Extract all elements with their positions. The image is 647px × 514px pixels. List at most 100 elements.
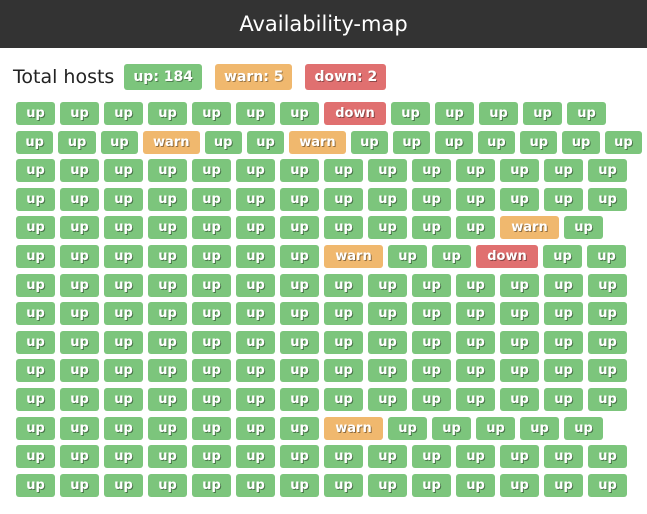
host-status-up[interactable]: up	[280, 387, 319, 411]
host-status-up[interactable]: up	[104, 416, 143, 440]
host-status-up[interactable]: up	[60, 187, 99, 211]
host-status-up[interactable]: up	[280, 473, 319, 497]
host-status-up[interactable]: up	[280, 159, 319, 183]
host-status-up[interactable]: up	[148, 159, 187, 183]
host-status-up[interactable]: up	[500, 387, 539, 411]
host-status-up[interactable]: up	[192, 302, 231, 326]
host-status-up[interactable]: up	[388, 244, 427, 268]
host-status-up[interactable]: up	[588, 159, 627, 183]
host-status-up[interactable]: up	[500, 359, 539, 383]
host-status-warn[interactable]: warn	[143, 130, 200, 154]
host-status-up[interactable]: up	[368, 302, 407, 326]
host-status-up[interactable]: up	[412, 445, 451, 469]
host-status-up[interactable]: up	[368, 473, 407, 497]
host-status-up[interactable]: up	[148, 359, 187, 383]
host-status-up[interactable]: up	[104, 187, 143, 211]
host-status-up[interactable]: up	[148, 187, 187, 211]
host-status-up[interactable]: up	[280, 273, 319, 297]
host-status-up[interactable]: up	[104, 273, 143, 297]
host-status-up[interactable]: up	[412, 159, 451, 183]
host-status-up[interactable]: up	[324, 473, 363, 497]
host-status-up[interactable]: up	[192, 387, 231, 411]
host-status-up[interactable]: up	[104, 244, 143, 268]
host-status-up[interactable]: up	[588, 387, 627, 411]
host-status-up[interactable]: up	[60, 445, 99, 469]
host-status-up[interactable]: up	[148, 244, 187, 268]
host-status-up[interactable]: up	[16, 244, 55, 268]
host-status-up[interactable]: up	[604, 130, 643, 154]
host-status-up[interactable]: up	[564, 416, 603, 440]
host-status-up[interactable]: up	[192, 330, 231, 354]
host-status-up[interactable]: up	[16, 102, 55, 125]
host-status-up[interactable]: up	[588, 302, 627, 326]
host-status-up[interactable]: up	[368, 216, 407, 240]
host-status-up[interactable]: up	[500, 159, 539, 183]
host-status-up[interactable]: up	[393, 130, 431, 154]
host-status-down[interactable]: down	[476, 244, 538, 268]
host-status-up[interactable]: up	[280, 416, 319, 440]
host-status-warn[interactable]: warn	[324, 416, 383, 440]
host-status-up[interactable]: up	[148, 416, 187, 440]
host-status-up[interactable]: up	[432, 244, 471, 268]
host-status-up[interactable]: up	[192, 187, 231, 211]
host-status-up[interactable]: up	[236, 473, 275, 497]
host-status-up[interactable]: up	[192, 102, 231, 125]
host-status-up[interactable]: up	[280, 359, 319, 383]
host-status-up[interactable]: up	[58, 130, 96, 154]
host-status-up[interactable]: up	[477, 130, 516, 154]
host-status-up[interactable]: up	[60, 473, 99, 497]
host-status-up[interactable]: up	[324, 159, 363, 183]
host-status-up[interactable]: up	[16, 216, 55, 240]
host-status-up[interactable]: up	[544, 187, 583, 211]
host-status-up[interactable]: up	[412, 330, 451, 354]
host-status-up[interactable]: up	[16, 387, 55, 411]
host-status-up[interactable]: up	[368, 359, 407, 383]
host-status-up[interactable]: up	[588, 445, 627, 469]
host-status-up[interactable]: up	[456, 187, 495, 211]
host-status-up[interactable]: up	[236, 159, 275, 183]
host-status-up[interactable]: up	[236, 102, 275, 125]
host-status-up[interactable]: up	[588, 187, 627, 211]
host-status-up[interactable]: up	[104, 216, 143, 240]
host-status-up[interactable]: up	[236, 359, 275, 383]
host-status-up[interactable]: up	[16, 187, 55, 211]
host-status-up[interactable]: up	[16, 445, 55, 469]
host-status-up[interactable]: up	[148, 273, 187, 297]
host-status-up[interactable]: up	[368, 330, 407, 354]
host-status-up[interactable]: up	[104, 387, 143, 411]
up-count-badge[interactable]: up: 184	[124, 64, 203, 90]
host-status-up[interactable]: up	[192, 273, 231, 297]
host-status-up[interactable]: up	[148, 473, 187, 497]
host-status-up[interactable]: up	[236, 330, 275, 354]
host-status-up[interactable]: up	[236, 445, 275, 469]
host-status-up[interactable]: up	[60, 359, 99, 383]
host-status-up[interactable]: up	[588, 273, 627, 297]
host-status-up[interactable]: up	[543, 244, 582, 268]
host-status-up[interactable]: up	[236, 273, 275, 297]
host-status-up[interactable]: up	[520, 130, 558, 154]
host-status-up[interactable]: up	[435, 102, 474, 125]
host-status-up[interactable]: up	[280, 445, 319, 469]
host-status-warn[interactable]: warn	[500, 216, 559, 240]
host-status-up[interactable]: up	[456, 159, 495, 183]
host-status-up[interactable]: up	[520, 416, 559, 440]
host-status-up[interactable]: up	[280, 187, 319, 211]
host-status-up[interactable]: up	[588, 359, 627, 383]
host-status-up[interactable]: up	[500, 473, 539, 497]
host-status-up[interactable]: up	[588, 330, 627, 354]
host-status-up[interactable]: up	[192, 216, 231, 240]
host-status-up[interactable]: up	[324, 445, 363, 469]
host-status-up[interactable]: up	[500, 273, 539, 297]
host-status-up[interactable]: up	[280, 244, 319, 268]
host-status-up[interactable]: up	[500, 187, 539, 211]
host-status-up[interactable]: up	[412, 359, 451, 383]
host-status-up[interactable]: up	[456, 330, 495, 354]
host-status-up[interactable]: up	[564, 216, 603, 240]
host-status-warn[interactable]: warn	[289, 130, 346, 154]
host-status-up[interactable]: up	[148, 387, 187, 411]
host-status-up[interactable]: up	[60, 416, 99, 440]
host-status-up[interactable]: up	[104, 473, 143, 497]
host-status-up[interactable]: up	[324, 187, 363, 211]
host-status-up[interactable]: up	[500, 330, 539, 354]
host-status-up[interactable]: up	[16, 473, 55, 497]
